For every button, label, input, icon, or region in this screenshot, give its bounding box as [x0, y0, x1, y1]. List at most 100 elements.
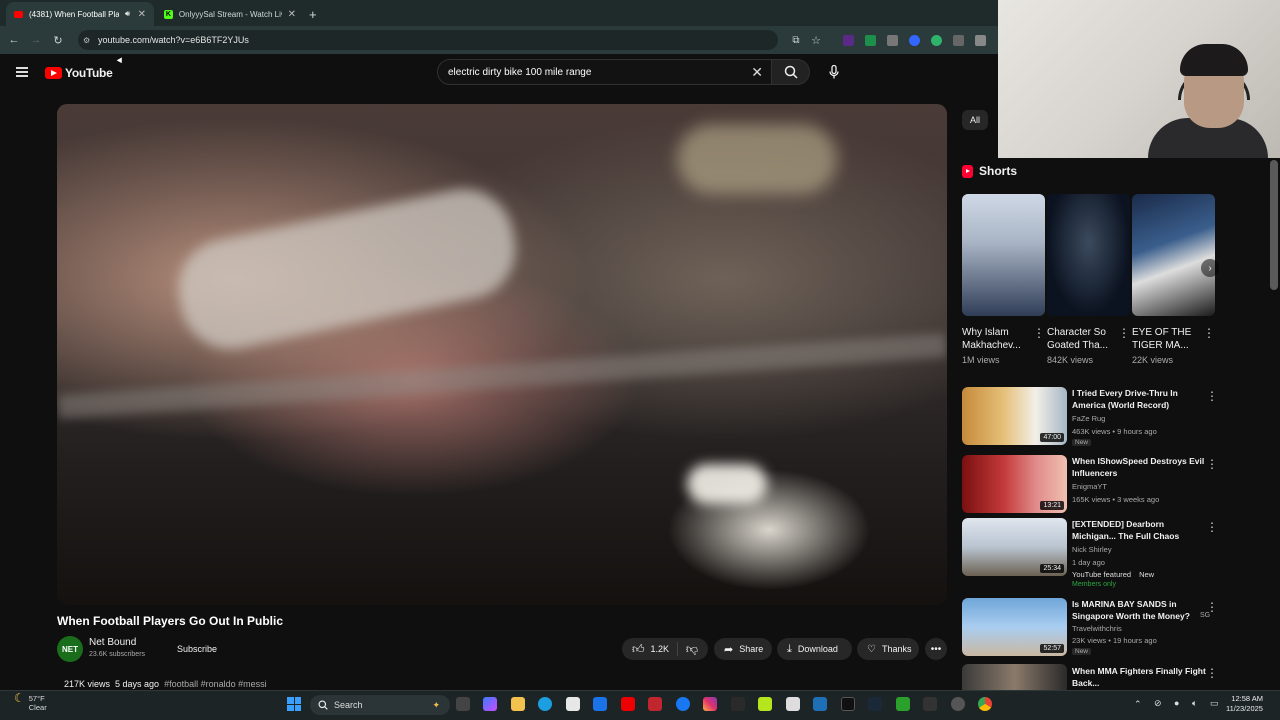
channel-name[interactable]: FaZe Rug [1072, 414, 1105, 423]
forward-icon[interactable]: → [26, 30, 46, 50]
dislike-button[interactable]: 👎︎ [686, 642, 698, 657]
short-title[interactable]: Character So Goated Tha... [1047, 326, 1113, 352]
scrollbar-thumb[interactable] [1270, 160, 1278, 290]
extension-counter-icon[interactable] [865, 35, 876, 46]
tab-youtube[interactable]: (4381) When Football Playe 🔊︎ ✕ [6, 2, 154, 26]
video-thumbnail[interactable]: 13:21 [962, 455, 1067, 513]
site-info-icon[interactable]: ⚙︎ [83, 36, 90, 45]
close-tab-icon[interactable]: ✕ [288, 9, 296, 20]
video-player[interactable] [57, 104, 947, 605]
extension-menu-icon[interactable] [975, 35, 986, 46]
recommendation-item[interactable]: When MMA Fighters Finally Fight Back... … [962, 664, 1262, 690]
speaker-icon[interactable]: 🔊︎ [125, 9, 130, 19]
mail-icon[interactable] [593, 697, 607, 711]
extension-blue-icon[interactable] [909, 35, 920, 46]
install-icon[interactable]: ⧉ [786, 30, 806, 50]
tray-chevron-icon[interactable]: ⌃ [1134, 699, 1142, 710]
video-title[interactable]: Is MARINA BAY SANDS in Singapore Worth t… [1072, 598, 1207, 622]
instagram-icon[interactable] [703, 697, 717, 711]
short-thumbnail[interactable] [962, 194, 1045, 316]
download-button[interactable]: ⤓ Download [777, 638, 852, 660]
short-thumbnail[interactable] [1132, 194, 1215, 316]
short-item[interactable]: Why Islam Makhachev... 1M views ⋮ [962, 194, 1045, 365]
mic-icon[interactable]: ● [1174, 698, 1179, 708]
short-item[interactable]: Character So Goated Tha... 842K views ⋮ [1047, 194, 1130, 365]
more-vert-icon[interactable]: ⋮ [1206, 520, 1218, 534]
recommendation-item[interactable]: 13:21 When IShowSpeed Destroys Evil Infl… [962, 455, 1262, 515]
recommendation-item[interactable]: 47:00 I Tried Every Drive-Thru In Americ… [962, 387, 1262, 447]
video-title[interactable]: When IShowSpeed Destroys Evil Influencer… [1072, 455, 1207, 479]
xbox-icon[interactable] [896, 697, 910, 711]
more-vert-icon[interactable]: ⋮ [1206, 457, 1218, 471]
recommendation-item[interactable]: 25:34 [EXTENDED] Dearborn Michigan... Th… [962, 518, 1262, 588]
search-button[interactable] [772, 59, 810, 85]
app-icon[interactable] [813, 697, 827, 711]
channel-name[interactable]: Nick Shirley [1072, 545, 1112, 554]
tab-stream[interactable]: K OnlyyySal Stream - Watch Live ✕ [156, 2, 304, 26]
video-thumbnail[interactable]: 25:34 [962, 518, 1067, 576]
youtube-app-icon[interactable] [621, 697, 635, 711]
like-button[interactable]: 👍︎ 1.2K [632, 642, 669, 657]
extension-k-icon[interactable] [843, 35, 854, 46]
task-view-icon[interactable] [456, 697, 470, 711]
file-explorer-icon[interactable] [511, 697, 525, 711]
video-thumbnail[interactable]: 52:57 [962, 598, 1067, 656]
battery-icon[interactable]: ▭ [1210, 698, 1219, 709]
weather-widget[interactable]: ☾ 57°F Clear [14, 692, 47, 712]
short-title[interactable]: Why Islam Makhachev... [962, 326, 1028, 352]
hashtags[interactable]: #football #ronaldo #messi [164, 679, 267, 689]
short-title[interactable]: EYE OF THE TIGER MA... [1132, 326, 1198, 352]
short-thumbnail[interactable] [1047, 194, 1130, 316]
menu-icon[interactable] [16, 67, 28, 77]
more-vert-icon[interactable]: ⋮ [1206, 389, 1218, 403]
obs-icon[interactable] [951, 697, 965, 711]
steam-icon[interactable] [868, 697, 882, 711]
netflix-icon[interactable] [648, 697, 662, 711]
capcut-icon[interactable] [841, 697, 855, 711]
back-icon[interactable]: ← [4, 30, 24, 50]
amazon-icon[interactable] [786, 697, 800, 711]
video-description-summary[interactable]: 217K views 5 days ago #football #ronaldo… [64, 679, 267, 689]
extension-grammarly-icon[interactable] [931, 35, 942, 46]
subscribe-button[interactable]: Subscribe [168, 640, 226, 658]
volume-icon[interactable]: 🔈︎ [1192, 698, 1197, 709]
voice-search-button[interactable] [822, 59, 846, 85]
hulu-icon[interactable] [758, 697, 772, 711]
clear-search-icon[interactable]: ✕ [751, 64, 763, 81]
address-bar[interactable]: ⚙︎ youtube.com/watch?v=e6B6TF2YJUs [78, 30, 778, 50]
extension-download-icon[interactable] [953, 35, 964, 46]
video-title[interactable]: I Tried Every Drive-Thru In America (Wor… [1072, 387, 1207, 411]
more-vert-icon[interactable]: ⋮ [1206, 666, 1218, 680]
more-actions-button[interactable]: ••• [925, 638, 947, 660]
channel-avatar[interactable]: NET [57, 636, 83, 662]
reload-icon[interactable]: ↻ [48, 30, 68, 50]
channel-name[interactable]: EnigmaYT [1072, 482, 1107, 491]
more-vert-icon[interactable]: ⋮ [1033, 326, 1045, 340]
extension-puzzle-icon[interactable] [887, 35, 898, 46]
close-tab-icon[interactable]: ✕ [138, 9, 146, 20]
channel-name[interactable]: Net Bound [89, 637, 136, 648]
shorts-next-button[interactable]: › [1201, 259, 1219, 277]
tiktok-icon[interactable] [731, 697, 745, 711]
filter-chip-all[interactable]: All [962, 110, 989, 130]
epic-games-icon[interactable] [923, 697, 937, 711]
video-thumbnail[interactable]: 47:00 [962, 387, 1067, 445]
channel-name[interactable]: Travelwithchris [1072, 624, 1122, 633]
facebook-icon[interactable] [676, 697, 690, 711]
more-vert-icon[interactable]: ⋮ [1203, 326, 1215, 340]
copilot-icon[interactable] [483, 697, 497, 711]
short-item[interactable]: EYE OF THE TIGER MA... 22K views ⋮ [1132, 194, 1215, 365]
youtube-logo[interactable]: YouTube [45, 66, 113, 80]
share-button[interactable]: ➦ Share [714, 638, 772, 660]
search-input[interactable]: electric dirty bike 100 mile range ✕ [437, 59, 772, 85]
video-title[interactable]: When MMA Fighters Finally Fight Back... [1072, 665, 1207, 689]
video-thumbnail[interactable] [962, 664, 1067, 690]
wifi-off-icon[interactable]: ⊘ [1154, 698, 1162, 709]
chrome-icon[interactable] [978, 697, 992, 711]
recommendation-item[interactable]: 52:57 Is MARINA BAY SANDS in Singapore W… [962, 598, 1262, 658]
thanks-button[interactable]: ♡ Thanks [857, 638, 919, 660]
more-vert-icon[interactable]: ⋮ [1118, 326, 1130, 340]
edge-icon[interactable] [538, 697, 552, 711]
video-title[interactable]: [EXTENDED] Dearborn Michigan... The Full… [1072, 518, 1207, 542]
new-tab-button[interactable]: + [306, 2, 324, 26]
